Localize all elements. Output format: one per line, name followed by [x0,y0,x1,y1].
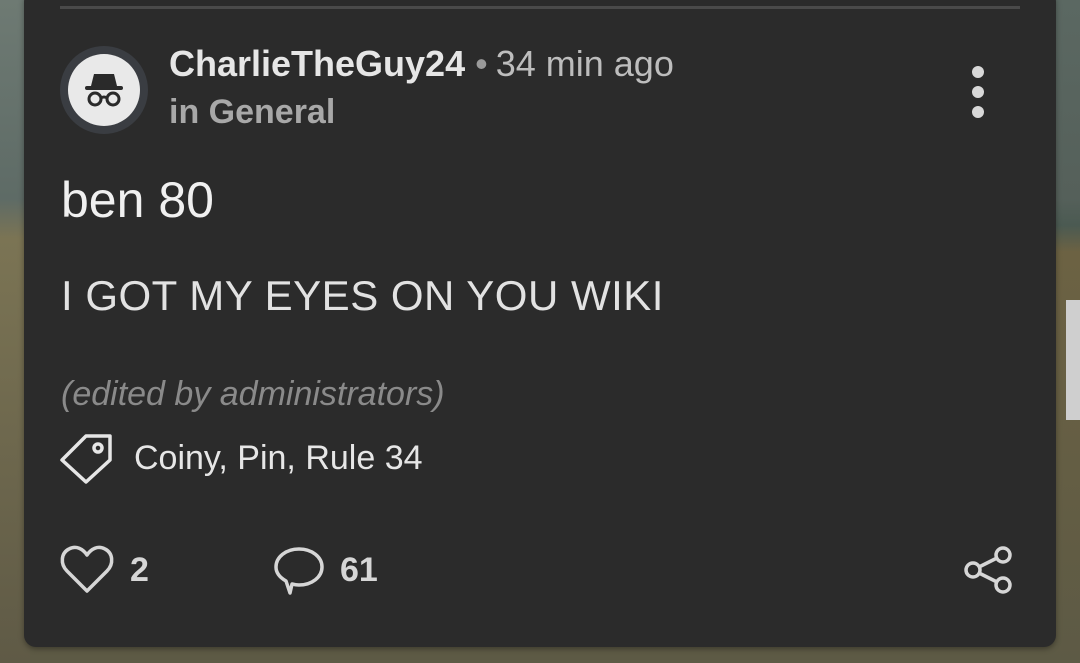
post-card[interactable]: CharlieTheGuy24 • 34 min ago in General be… [24,0,1056,647]
like-count: 2 [130,550,149,589]
tags-row[interactable]: Coiny, Pin, Rule 34 [58,430,423,486]
comment-count: 61 [340,550,378,589]
more-options-button[interactable] [958,62,998,122]
comment-button[interactable]: 61 [272,542,378,598]
post-timestamp: 34 min ago [495,43,674,84]
post-title: ben 80 [61,172,214,228]
avatar[interactable] [60,46,148,134]
author-name[interactable]: CharlieTheGuy24 [169,43,465,84]
top-divider [60,6,1020,9]
post-category[interactable]: in General [169,90,335,134]
more-vertical-icon-dot [972,106,984,118]
heart-icon [60,545,114,593]
background-right-strip [1066,300,1080,420]
comment-icon [274,547,324,595]
separator-dot: • [475,43,488,84]
edited-note: (edited by administrators) [61,375,445,413]
more-vertical-icon-dot [972,86,984,98]
post-tags[interactable]: Coiny, Pin, Rule 34 [134,439,423,478]
tag-icon [60,434,112,484]
avatar-inner [68,54,140,126]
post-body: I GOT MY EYES ON YOU WIKI [61,272,664,319]
like-button[interactable]: 2 [58,542,149,598]
author-line: CharlieTheGuy24 • 34 min ago [169,42,674,86]
incognito-icon [85,74,123,107]
share-icon [964,546,1012,594]
share-button[interactable] [958,542,1018,598]
more-vertical-icon [972,66,984,78]
